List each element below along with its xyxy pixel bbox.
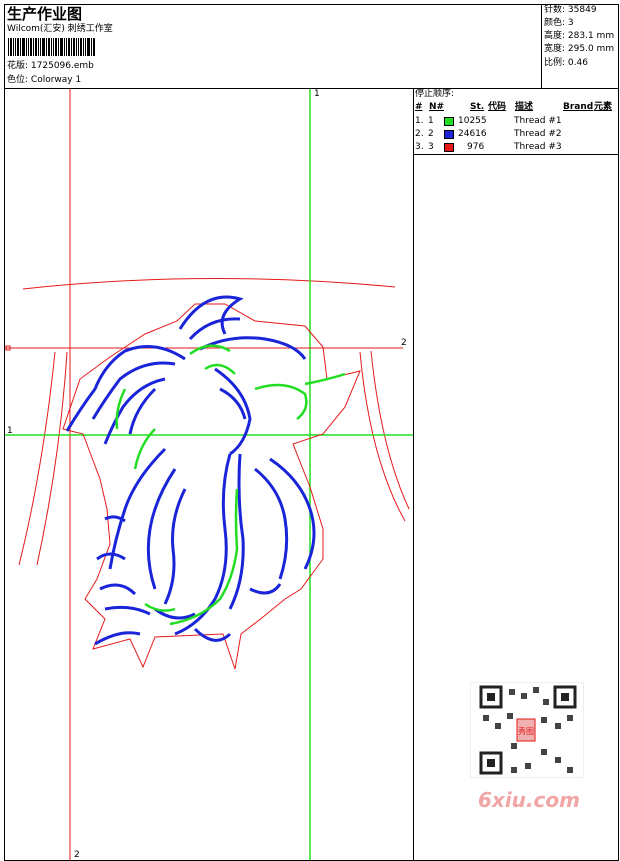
row-stitches: 24616 — [458, 129, 487, 139]
hoop-right-arc — [359, 351, 406, 522]
col-header-desc: 描述 — [515, 102, 534, 112]
guide-label-green-left: 1 — [7, 426, 13, 436]
scale-label: 比例: — [544, 58, 566, 68]
watermark-stamp: 秀图 — [518, 726, 534, 736]
height-value: 283.1 mm — [567, 31, 615, 41]
row-desc: Thread #2 — [514, 129, 562, 139]
row-index: 2. — [415, 129, 424, 139]
row-stitches: 976 — [467, 142, 485, 152]
row-n: 1 — [428, 116, 434, 126]
col-header-n: N# — [429, 102, 445, 112]
guide-label-red-right: 2 — [401, 338, 407, 348]
colorway-row: 色位: Colorway 1 — [7, 75, 81, 86]
hoop-right-inner — [370, 350, 410, 510]
row-index: 1. — [415, 116, 424, 126]
hoop-left-inner — [36, 351, 68, 566]
stat-scale: 比例: 0.46 — [544, 58, 588, 69]
sidebar-divider — [413, 88, 414, 861]
hoop-left-arc — [18, 351, 56, 566]
color-swatch — [444, 130, 454, 139]
colors-value: 3 — [567, 18, 574, 28]
design-value: 1725096.emb — [30, 61, 94, 71]
guide-label-green-top: 1 — [314, 89, 320, 99]
scale-value: 0.46 — [567, 58, 588, 68]
stat-stitches: 针数: 35849 — [544, 5, 597, 16]
stats-divider — [541, 4, 542, 88]
company-name: Wilcom(汇安) 刺绣工作室 — [7, 24, 113, 34]
qr-pattern: 秀图 — [479, 685, 577, 775]
design-canvas: 1 2 1 2 — [5, 89, 413, 860]
col-header-code: 代码 — [488, 102, 507, 112]
phoenix-design — [65, 295, 316, 646]
color-swatch — [444, 143, 454, 152]
height-label: 高度: — [544, 31, 566, 41]
qr-code: 秀图 — [470, 682, 584, 778]
row-n: 3 — [428, 142, 434, 152]
stitches-value: 35849 — [567, 5, 597, 15]
table-row: 1. 1 10255 Thread #1 — [415, 116, 615, 127]
table-row: 3. 3 976 Thread #3 — [415, 142, 615, 153]
row-desc: Thread #1 — [514, 116, 562, 126]
hoop-top-arc — [22, 277, 396, 290]
col-header-element: 元素 — [594, 102, 613, 112]
sequence-bottom-rule — [413, 154, 619, 155]
stat-height: 高度: 283.1 mm — [544, 31, 614, 42]
watermark-text: 6xiu.com — [478, 788, 580, 812]
row-index: 3. — [415, 142, 424, 152]
row-n: 2 — [428, 129, 434, 139]
guide-label-red-bottom: 2 — [74, 850, 80, 860]
colors-label: 颜色: — [544, 18, 566, 28]
colorway-value: Colorway 1 — [30, 75, 82, 85]
colorway-label: 色位: — [7, 75, 29, 85]
width-label: 宽度: — [544, 44, 566, 54]
design-row: 花版: 1725096.emb — [7, 61, 94, 72]
row-desc: Thread #3 — [514, 142, 562, 152]
stat-width: 宽度: 295.0 mm — [544, 44, 614, 55]
design-label: 花版: — [7, 61, 29, 71]
color-swatch — [444, 117, 454, 126]
width-value: 295.0 mm — [567, 44, 615, 54]
table-row: 2. 2 24616 Thread #2 — [415, 129, 615, 140]
col-header-hash: # — [415, 102, 423, 112]
barcode — [8, 38, 96, 56]
stat-colors: 颜色: 3 — [544, 18, 574, 29]
stitches-label: 针数: — [544, 5, 566, 15]
page-title: 生产作业图 — [7, 5, 83, 23]
sequence-title: 停止顺序: — [415, 89, 455, 99]
col-header-st: St. — [470, 102, 485, 112]
design-outline — [62, 303, 361, 670]
col-header-brand: Brand — [563, 102, 594, 112]
row-stitches: 10255 — [458, 116, 487, 126]
